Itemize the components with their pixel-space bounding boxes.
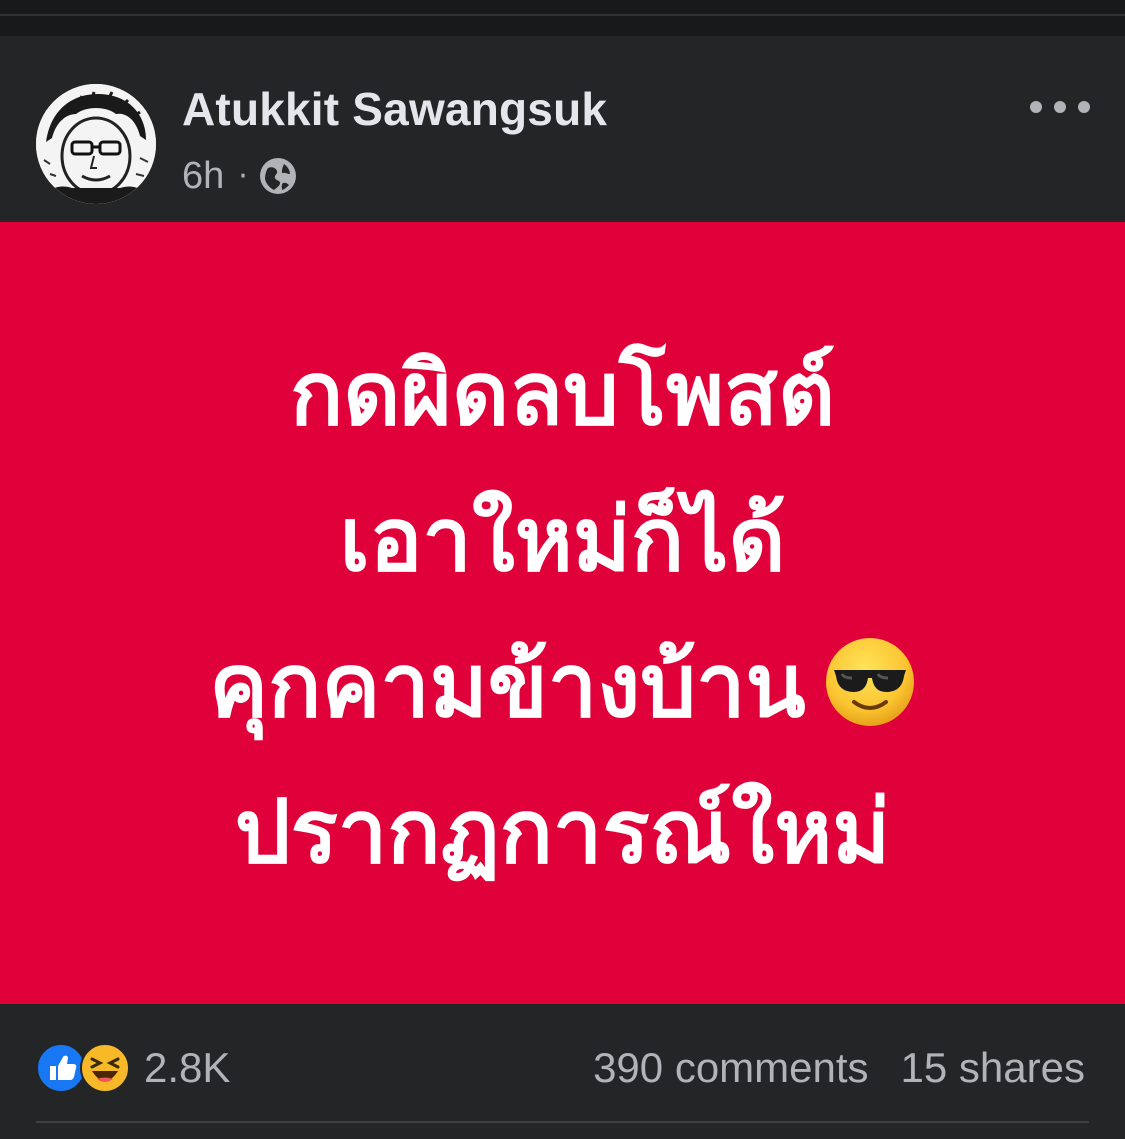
more-dot [1078,101,1090,113]
like-icon [36,1043,86,1093]
globe-icon [258,156,298,196]
top-strip [0,0,1125,36]
more-dot [1030,101,1042,113]
meta-separator: · [238,158,248,194]
post-text-line: เอาใหม่ก็ได้ [339,488,786,591]
post-content[interactable]: กดผิดลบโพสต์ เอาใหม่ก็ได้ คุกคามข้างบ้าน [0,222,1125,1004]
post-stats: 390 comments 15 shares [593,1040,1085,1096]
haha-icon [80,1043,130,1093]
shares-count-link[interactable]: 15 shares [901,1044,1085,1092]
avatar[interactable] [36,84,156,204]
reactions-summary[interactable]: 2.8K [36,1040,230,1096]
more-dot [1054,101,1066,113]
post-header: Atukkit Sawangsuk 6h · [0,36,1125,222]
divider [0,14,1125,16]
more-options-button[interactable] [1030,92,1090,122]
avatar-image [36,84,156,204]
divider [36,1121,1089,1123]
post-text-line: กดผิดลบโพสต์ [289,342,836,445]
facebook-post-screen: Atukkit Sawangsuk 6h · กดผิดลบโพสต์ เอาใ… [0,0,1125,1139]
post-text-line-with-emoji: คุกคามข้างบ้าน [209,613,915,759]
post-timestamp[interactable]: 6h [182,155,224,198]
comments-count-link[interactable]: 390 comments [593,1044,868,1092]
post-text-line: ปรากฏการณ์ใหม่ [234,780,891,883]
author-name[interactable]: Atukkit Sawangsuk [182,82,607,136]
post-text-line: คุกคามข้างบ้าน [209,634,806,737]
post-footer: 2.8K 390 comments 15 shares [0,1004,1125,1139]
reaction-count: 2.8K [144,1044,231,1091]
post-meta: 6h · [182,154,298,198]
smiling-face-with-sunglasses-icon [824,625,916,726]
